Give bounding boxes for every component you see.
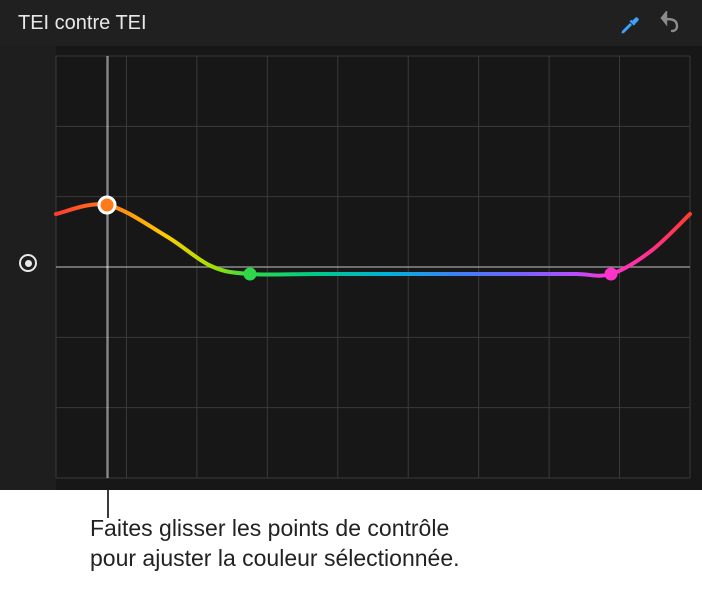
y-axis-control-handle[interactable]: [19, 254, 37, 272]
eyedropper-icon: [618, 11, 642, 35]
curve-editor[interactable]: [0, 46, 702, 490]
header-tools: [618, 11, 684, 35]
panel-title: TEI contre TEI: [18, 12, 147, 35]
callout-line1: Faites glisser les points de contrôle: [90, 515, 449, 541]
control-point-1[interactable]: [244, 268, 257, 281]
control-point-2[interactable]: [605, 268, 618, 281]
reset-arrow-icon: [660, 11, 684, 35]
reset-button[interactable]: [660, 11, 684, 35]
hue-curve[interactable]: [56, 204, 690, 275]
curves-panel: TEI contre TEI: [0, 0, 702, 490]
curve-svg: [56, 56, 690, 478]
callout-line2: pour ajuster la couleur sélectionnée.: [90, 545, 460, 571]
control-point-0[interactable]: [99, 197, 115, 213]
callout-text: Faites glisser les points de contrôle po…: [90, 514, 650, 574]
panel-header: TEI contre TEI: [0, 0, 702, 46]
eyedropper-button[interactable]: [618, 11, 642, 35]
curve-grid[interactable]: [56, 56, 690, 478]
